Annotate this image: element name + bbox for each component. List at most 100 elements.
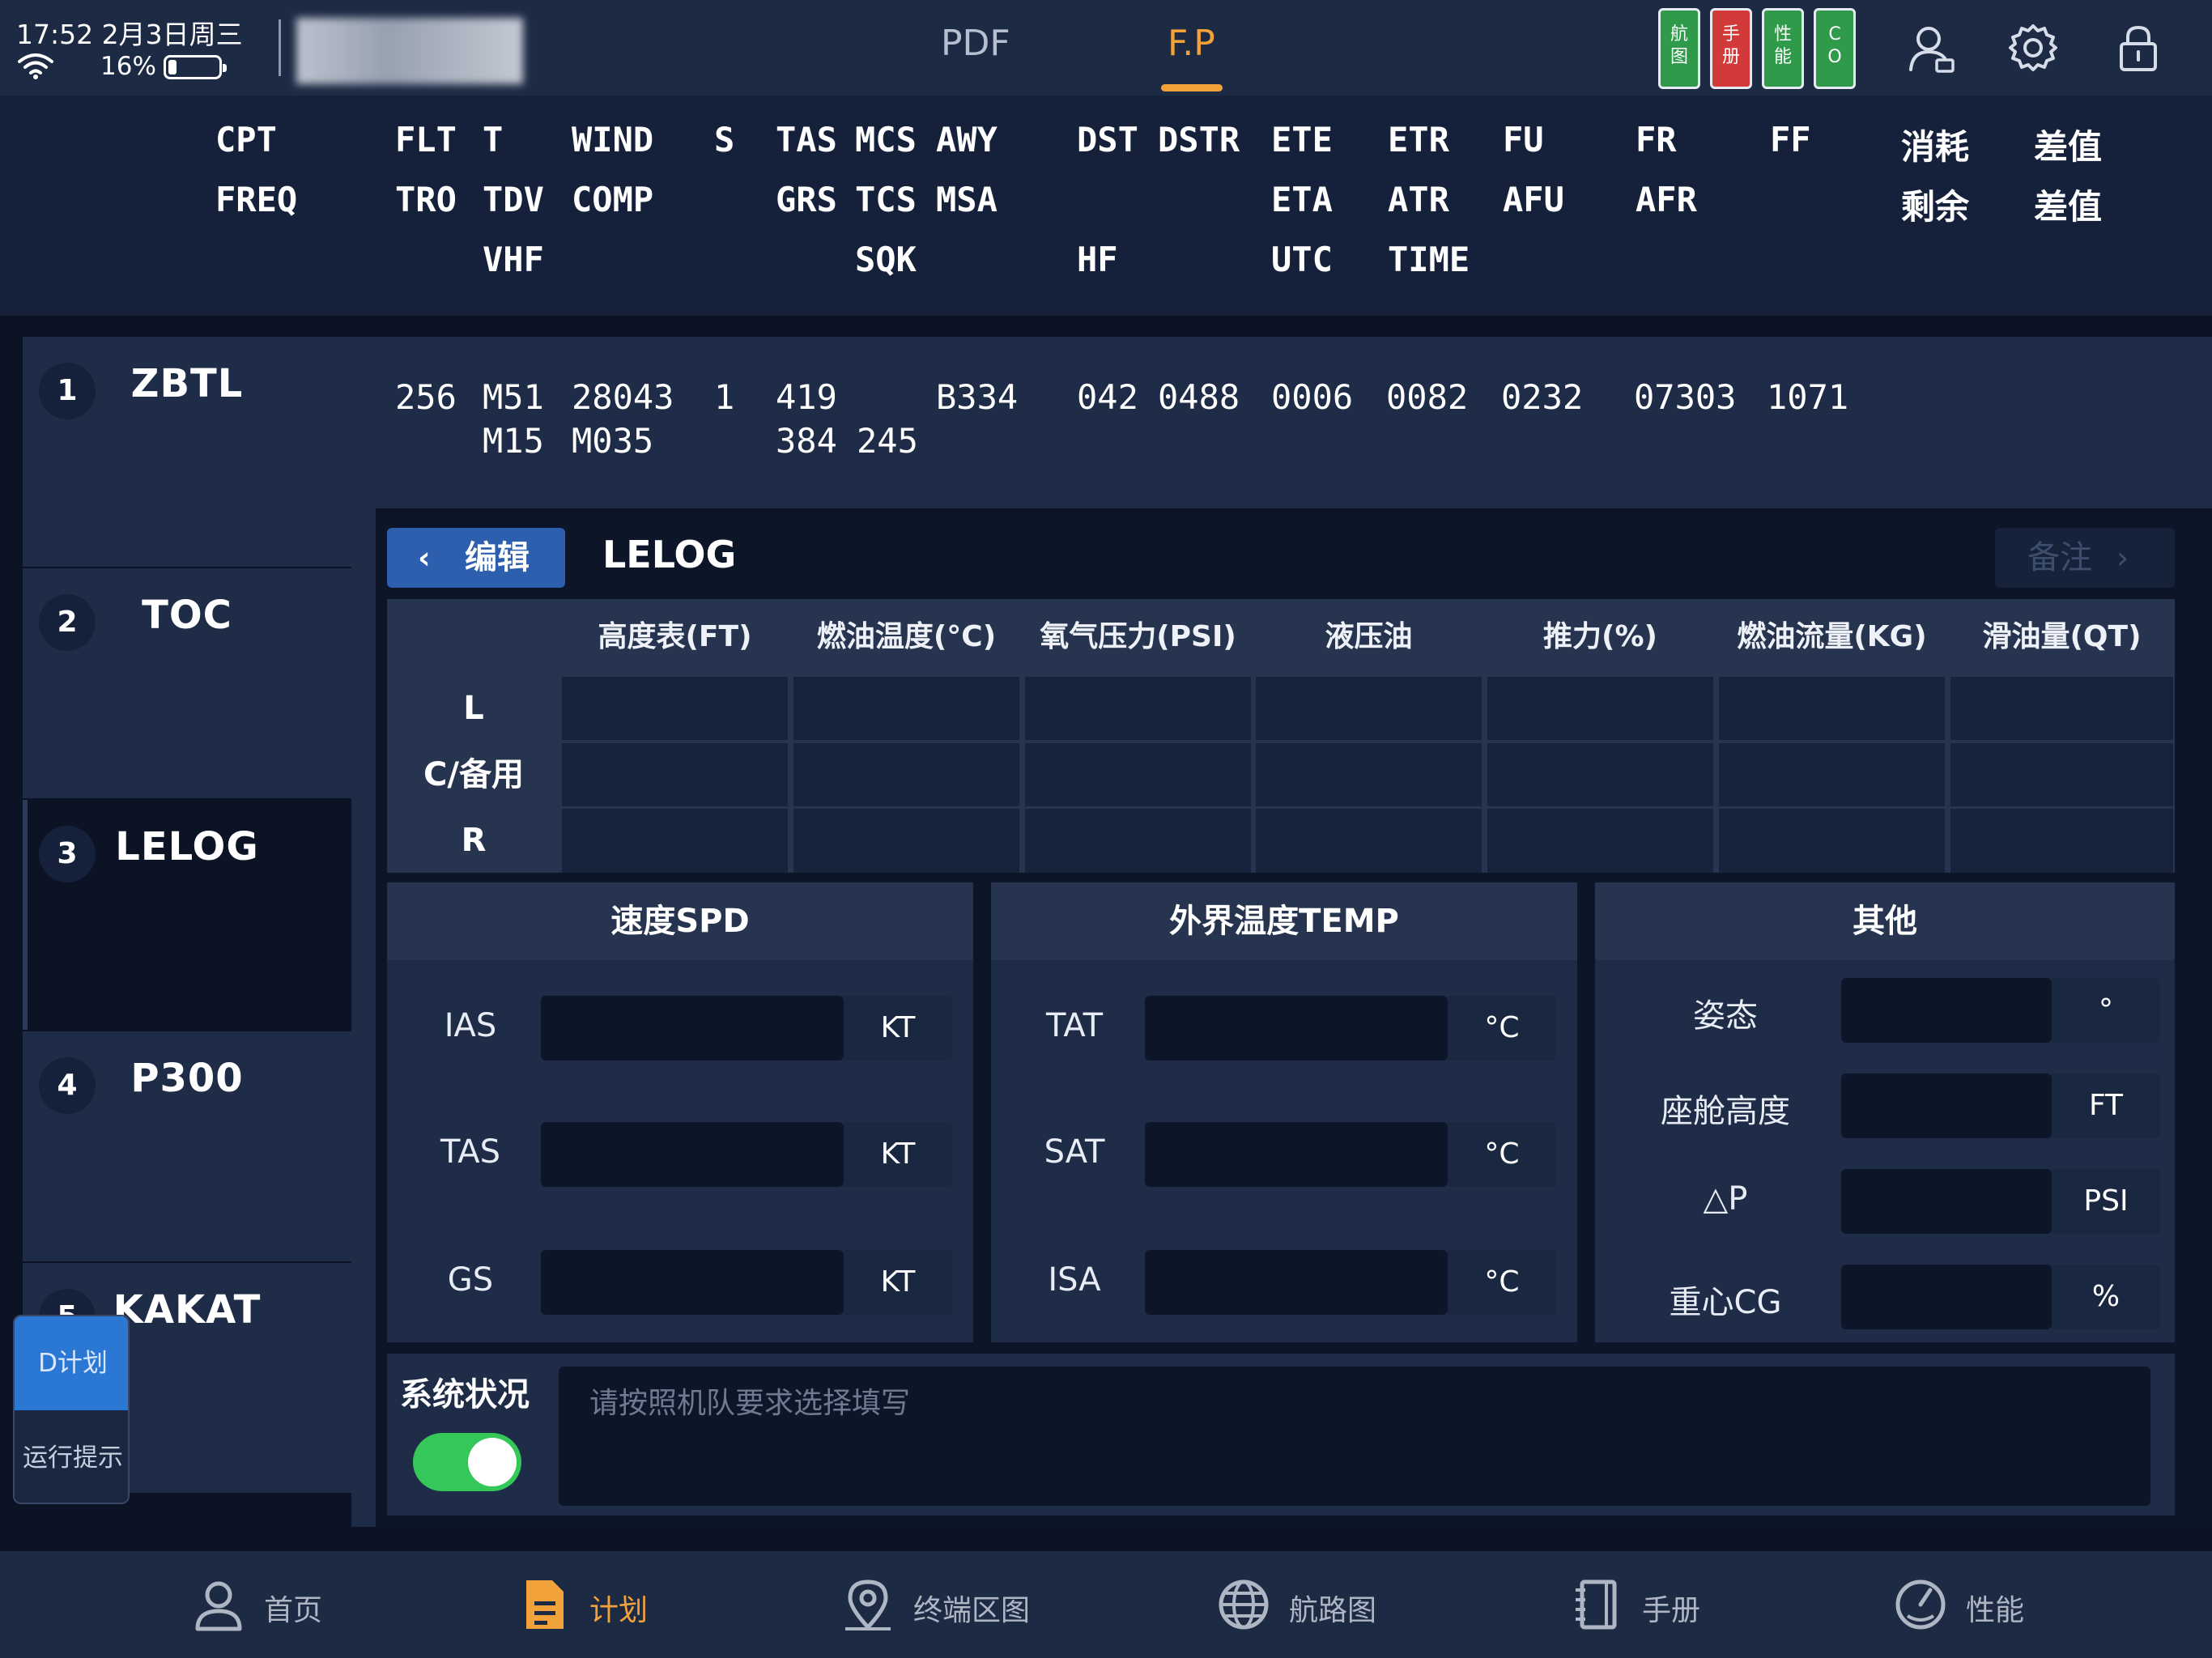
speed-input-2[interactable] — [541, 1122, 844, 1187]
engine-table-cell[interactable] — [1256, 677, 1482, 740]
other-input-3[interactable] — [1841, 1169, 2052, 1234]
speed-input-1[interactable] — [541, 996, 844, 1061]
gear-icon[interactable] — [2006, 21, 2060, 74]
nav-item-2[interactable]: 计划 — [515, 1551, 725, 1658]
column-header-row1-10: DSTR — [1158, 120, 1240, 159]
column-header-row3-5: TIME — [1388, 240, 1470, 279]
other-input-2[interactable] — [1841, 1073, 2052, 1138]
toggle-knob — [468, 1438, 517, 1486]
system-status-textarea[interactable]: 请按照机队要求选择填写 — [559, 1367, 2150, 1506]
column-header-row1-6: TAS — [776, 120, 837, 159]
engine-table-cell[interactable] — [793, 809, 1019, 873]
quick-access-1-button[interactable]: 航图 — [1658, 8, 1700, 89]
form-title: LELOG — [602, 533, 737, 576]
temperature-panel-title: 外界温度TEMP — [991, 882, 1577, 960]
flight-plan-column-header: CPT FLT T WIND S TAS MCS AWY DST DSTR ETE ETR FU FR FF… — [0, 96, 2212, 316]
row-value-line2-1: M15 — [483, 421, 544, 461]
engine-table-cell[interactable] — [1025, 743, 1251, 806]
waypoint-row-toc[interactable]: 2 TOC — [23, 568, 351, 798]
waypoint-detail-panel: 256 M51 28043 1 419 B334 042 0488 0006 0082 0232 07… — [351, 337, 2212, 1527]
engine-table-cell[interactable] — [1719, 809, 1945, 873]
column-header-row1-2: FLT — [395, 120, 457, 159]
column-header-row1-11: ETE — [1271, 120, 1333, 159]
engine-table-cell[interactable] — [562, 743, 788, 806]
temp-input-2[interactable] — [1145, 1122, 1448, 1187]
row-value-line2-2: M035 — [572, 421, 654, 461]
waypoint-row-zbtl[interactable]: 1 ZBTL — [23, 337, 351, 567]
nav-item-6[interactable]: 性能 — [1891, 1551, 2102, 1658]
gauge-icon — [1895, 1579, 1946, 1630]
nav-item-label: 终端区图 — [913, 1594, 1031, 1627]
temp-input-1[interactable] — [1145, 996, 1448, 1061]
column-header-row2-12: 剩余 — [1901, 187, 1970, 227]
note-button[interactable]: 备注 › — [1995, 528, 2175, 588]
tab-pdf[interactable]: PDF — [941, 23, 1010, 64]
engine-table-cell[interactable] — [1256, 743, 1482, 806]
nav-item-4[interactable]: 航路图 — [1214, 1551, 1425, 1658]
nav-item-label: 手册 — [1642, 1594, 1701, 1627]
nav-item-label: 航路图 — [1289, 1594, 1377, 1627]
other-input-1[interactable] — [1841, 978, 2052, 1043]
temp-field-label-1: TAT — [1045, 1007, 1104, 1044]
column-header-row1-13: FU — [1503, 120, 1544, 159]
selected-waypoint-data-row[interactable]: 256 M51 28043 1 419 B334 042 0488 0006 0082 0232 07… — [351, 337, 2212, 507]
engine-table-cell[interactable] — [1487, 743, 1713, 806]
engine-table-cell[interactable] — [1950, 809, 2173, 873]
battery-icon — [164, 55, 227, 79]
waypoint-row-p300[interactable]: 4 P300 — [23, 1031, 351, 1261]
column-header-row1-1: CPT — [215, 120, 277, 159]
engine-table-cell[interactable] — [1719, 677, 1945, 740]
column-header-row1-8: AWY — [936, 120, 998, 159]
engine-table-row-label-3: R — [387, 809, 560, 873]
temp-unit-3: °C — [1448, 1250, 1556, 1315]
speed-field-label-2: TAS — [440, 1133, 501, 1171]
engine-table-cell[interactable] — [1256, 809, 1482, 873]
tab-fp[interactable]: F.P — [1168, 23, 1215, 64]
engine-table-header-5: 推力(%) — [1486, 599, 1715, 675]
system-status-toggle[interactable] — [413, 1433, 521, 1491]
column-header-row3-3: HF — [1077, 240, 1118, 279]
row-value-line1-4: 1 — [714, 377, 735, 417]
engine-table-cell[interactable] — [562, 677, 788, 740]
map-pin-icon — [845, 1579, 891, 1630]
engine-table-cell[interactable] — [793, 743, 1019, 806]
engine-table-header-3: 氧气压力(PSI) — [1023, 599, 1253, 675]
quick-access-3-button[interactable]: 性能 — [1762, 8, 1804, 89]
row-value-line1-10: 0082 — [1386, 377, 1469, 417]
engine-table-cell[interactable] — [793, 677, 1019, 740]
engine-table-cell[interactable] — [562, 809, 788, 873]
engine-table-cell[interactable] — [1950, 743, 2173, 806]
engine-table-cell[interactable] — [1950, 677, 2173, 740]
quick-access-2-button[interactable]: 手册 — [1710, 8, 1752, 89]
engine-parameter-table: 高度表(FT) 燃油温度(°C) 氧气压力(PSI) 液压油 推力(%) 燃油流量(KG)… — [387, 599, 2175, 873]
column-header-row1-3: T — [483, 120, 504, 159]
waypoint-row-lelog[interactable]: 3 LELOG — [23, 800, 351, 1030]
engine-table-cell[interactable] — [1487, 809, 1713, 873]
nav-item-1[interactable]: 首页 — [189, 1551, 400, 1658]
engine-table-row-label-1: L — [387, 677, 560, 741]
nav-item-5[interactable]: 手册 — [1568, 1551, 1778, 1658]
column-header-row2-1: FREQ — [215, 180, 298, 219]
edit-button[interactable]: ‹ 编辑 — [387, 528, 565, 588]
speed-input-3[interactable] — [541, 1250, 844, 1315]
battery-percent: 16% — [100, 52, 156, 81]
d-plan-button[interactable]: D计划 — [15, 1316, 128, 1410]
active-tab-indicator — [1161, 84, 1223, 91]
speed-unit-1: KT — [844, 996, 952, 1061]
engine-table-cell[interactable] — [1025, 809, 1251, 873]
quick-access-4-button[interactable]: CO — [1814, 8, 1856, 89]
nav-item-3[interactable]: 终端区图 — [839, 1551, 1049, 1658]
other-unit-3: PSI — [2052, 1169, 2160, 1234]
engine-table-cell[interactable] — [1025, 677, 1251, 740]
operation-tips-button[interactable]: 运行提示 — [15, 1410, 128, 1503]
temp-input-3[interactable] — [1145, 1250, 1448, 1315]
user-icon[interactable] — [1904, 21, 1958, 74]
other-field-label-4: 重心CG — [1669, 1284, 1782, 1321]
row-value-line1-13: 1071 — [1767, 377, 1849, 417]
engine-table-cell[interactable] — [1719, 743, 1945, 806]
column-header-row1-5: S — [714, 120, 735, 159]
engine-table-cell[interactable] — [1487, 677, 1713, 740]
engine-table-header-4: 液压油 — [1254, 599, 1483, 675]
other-input-4[interactable] — [1841, 1265, 2052, 1329]
lock-icon[interactable] — [2112, 21, 2165, 74]
